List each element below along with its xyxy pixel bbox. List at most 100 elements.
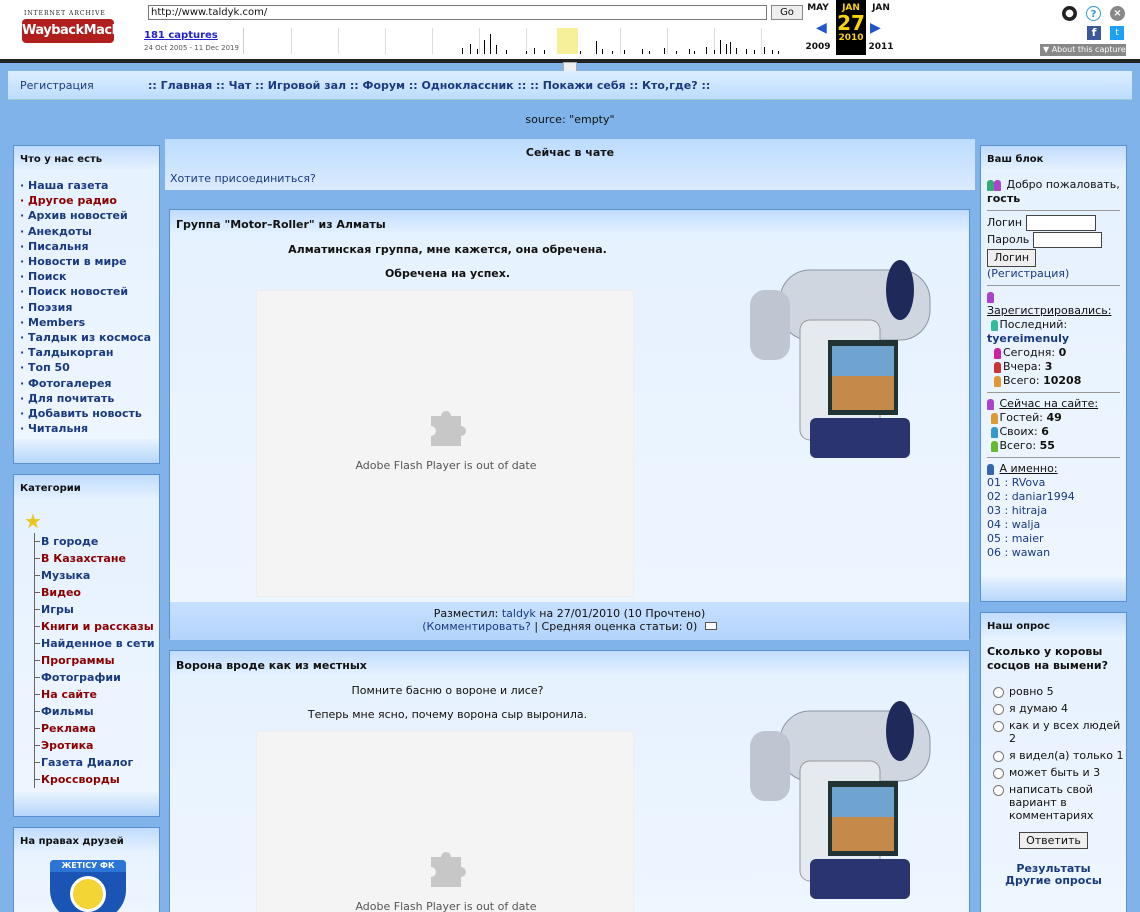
close-icon[interactable]: × xyxy=(1110,6,1125,21)
radio-button[interactable] xyxy=(993,704,1004,715)
radio-button[interactable] xyxy=(993,687,1004,698)
left-nav-item[interactable]: · Members xyxy=(20,315,159,330)
left-what-list: · Наша газета · Другое радио · Архив новос… xyxy=(14,172,159,436)
left-nav-item[interactable]: · Добавить новость xyxy=(20,406,159,421)
left-nav-item[interactable]: · Талдык из космоса xyxy=(20,330,159,345)
zhetysu-logo[interactable]: ЖЕТІСУ ФК xyxy=(50,860,126,912)
category-item[interactable]: Книги и рассказы xyxy=(35,618,159,635)
wayback-next-arrow-icon[interactable]: ▶ xyxy=(870,20,881,36)
twitter-icon[interactable]: t xyxy=(1110,26,1124,40)
poll-other-link[interactable]: Другие опросы xyxy=(981,875,1126,887)
comment-link[interactable]: (Комментировать? xyxy=(422,620,531,633)
wayback-next-year[interactable]: 2011 xyxy=(866,42,896,52)
category-item[interactable]: Программы xyxy=(35,652,159,669)
left-nav-item[interactable]: · Фотогалерея xyxy=(20,376,159,391)
wayback-go-button[interactable]: Go xyxy=(771,5,803,20)
wayback-prev-month[interactable]: MAY xyxy=(803,3,833,13)
radio-button[interactable] xyxy=(993,751,1004,762)
print-icon[interactable] xyxy=(704,622,717,630)
poll-option[interactable]: я видел(а) только 1 xyxy=(981,749,1126,762)
last-label: Последний: xyxy=(999,318,1068,331)
star-icon: ★ xyxy=(24,509,42,533)
register-link[interactable]: (Регистрация) xyxy=(987,267,1069,280)
left-nav-item[interactable]: · Наша газета xyxy=(20,178,159,193)
online-user[interactable]: 05 : maier xyxy=(987,532,1120,546)
online-user[interactable]: 06 : wawan xyxy=(987,546,1120,560)
spark-tick xyxy=(596,41,597,54)
category-item[interactable]: В городе xyxy=(35,533,159,550)
nav-register-link[interactable]: Регистрация xyxy=(20,79,94,92)
login-button[interactable]: Логин xyxy=(987,249,1037,267)
online-user-list: 01 : RVova 02 : daniar1994 03 : hitraja 04 … xyxy=(987,476,1120,560)
left-nav-item[interactable]: · Поиск xyxy=(20,269,159,284)
left-nav-item[interactable]: · Анекдоты xyxy=(20,224,159,239)
left-nav-item[interactable]: · Архив новостей xyxy=(20,208,159,223)
password-input[interactable] xyxy=(1032,232,1102,248)
yesterday-label: Вчера: xyxy=(1003,360,1042,373)
radio-button[interactable] xyxy=(993,721,1004,732)
category-item[interactable]: Реклама xyxy=(35,720,159,737)
radio-button[interactable] xyxy=(993,785,1004,796)
left-nav-item[interactable]: · Другое радио xyxy=(20,193,159,208)
left-nav-item[interactable]: · Талдыкорган xyxy=(20,345,159,360)
left-nav-item[interactable]: · Новости в мире xyxy=(20,254,159,269)
online-user[interactable]: 03 : hitraja xyxy=(987,504,1120,518)
spark-tick xyxy=(689,49,690,54)
wayback-sparkline[interactable] xyxy=(243,28,801,54)
user-icon[interactable]: ● xyxy=(1062,6,1077,21)
login-input[interactable] xyxy=(1025,215,1096,231)
left-nav-item[interactable]: · Поэзия xyxy=(20,300,159,315)
about-capture-label: About this capture xyxy=(1051,45,1126,54)
poll-option[interactable]: может быть и 3 xyxy=(981,766,1126,779)
wayback-prev-year[interactable]: 2009 xyxy=(803,42,833,52)
poll-option[interactable]: ровно 5 xyxy=(981,685,1126,698)
left-nav-item[interactable]: · Топ 50 xyxy=(20,360,159,375)
who-link[interactable]: А именно: xyxy=(1000,462,1058,475)
online-user[interactable]: 02 : daniar1994 xyxy=(987,490,1120,504)
category-item[interactable]: В Казахстане xyxy=(35,550,159,567)
category-item[interactable]: Игры xyxy=(35,601,159,618)
left-nav-item[interactable]: · Писальня xyxy=(20,239,159,254)
category-item[interactable]: Музыка xyxy=(35,567,159,584)
left-nav-item[interactable]: · Читальня xyxy=(20,421,159,436)
online-user[interactable]: 01 : RVova xyxy=(987,476,1120,490)
ball-icon xyxy=(70,876,106,912)
poll-vote-button[interactable]: Ответить xyxy=(1019,832,1088,849)
about-capture-button[interactable]: ▼ About this capture xyxy=(1040,44,1126,56)
last-user-link[interactable]: tyereimenuly xyxy=(987,332,1120,346)
flash-placeholder[interactable]: Adobe Flash Player is out of date xyxy=(256,731,634,912)
nav-links[interactable]: :: Главная :: Чат :: Игровой зал :: Фору… xyxy=(148,79,710,92)
flash-placeholder[interactable]: Adobe Flash Player is out of date xyxy=(256,290,634,597)
author-link[interactable]: taldyk xyxy=(502,607,536,620)
people-icon xyxy=(987,291,994,303)
online-link[interactable]: Сейчас на сайте: xyxy=(1000,397,1099,410)
category-item[interactable]: Фотографии xyxy=(35,669,159,686)
left-nav-item[interactable]: · Для почитать xyxy=(20,391,159,406)
category-item[interactable]: Кроссворды xyxy=(35,771,159,788)
help-icon[interactable]: ? xyxy=(1086,6,1101,21)
poll-option[interactable]: я думаю 4 xyxy=(981,702,1126,715)
online-user[interactable]: 04 : walja xyxy=(987,518,1120,532)
wayback-next-month[interactable]: JAN xyxy=(866,3,896,13)
spark-tick xyxy=(490,34,491,54)
category-item[interactable]: На сайте xyxy=(35,686,159,703)
online-total-count: 55 xyxy=(1039,439,1055,452)
wayback-url-input[interactable]: http://www.taldyk.com/ xyxy=(148,5,767,20)
category-item[interactable]: Найденное в сети xyxy=(35,635,159,652)
wayback-logo[interactable]: INTERNET ARCHIVE WaybackMachine xyxy=(16,8,142,48)
poll-option[interactable]: как и у всех людей 2 xyxy=(981,719,1126,745)
left-nav-item[interactable]: · Поиск новостей xyxy=(20,284,159,299)
category-item[interactable]: Фильмы xyxy=(35,703,159,720)
facebook-icon[interactable]: f xyxy=(1087,26,1101,40)
registered-link[interactable]: Зарегистрировались: xyxy=(987,304,1120,318)
poll-option-label: ровно 5 xyxy=(1009,685,1054,698)
poll-question: Сколько у коровы сосцов на вымени? xyxy=(987,645,1108,672)
radio-button[interactable] xyxy=(993,768,1004,779)
category-item[interactable]: Видео xyxy=(35,584,159,601)
category-item[interactable]: Эротика xyxy=(35,737,159,754)
category-item[interactable]: Газета Диалог xyxy=(35,754,159,771)
wayback-captures-link[interactable]: 181 captures xyxy=(144,30,218,41)
poll-option[interactable]: написать свой вариант в комментариях xyxy=(981,783,1126,822)
chat-join-link[interactable]: Хотите присоединиться? xyxy=(170,172,316,185)
wayback-prev-arrow-icon[interactable]: ◀ xyxy=(816,20,827,36)
